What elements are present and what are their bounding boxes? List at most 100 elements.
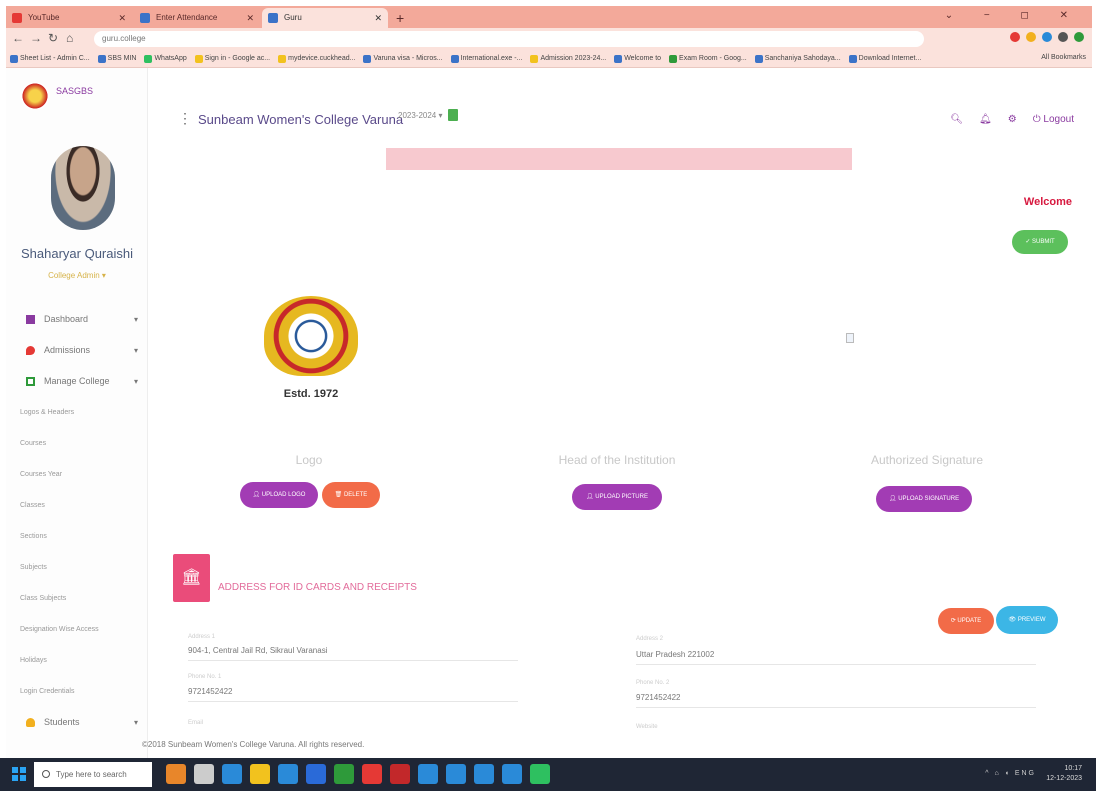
clock[interactable]: 10:17 12-12-2023	[1046, 764, 1082, 784]
bookmark-item[interactable]: SBS MIN	[97, 54, 136, 63]
app-container: SASGBS Shaharyar Quraishi College Admin …	[6, 68, 1092, 758]
welcome-text: Welcome	[1023, 196, 1072, 208]
bookmark-item[interactable]: mydevice.cuckhead...	[278, 54, 355, 63]
tab-label: Enter Attendance	[156, 13, 218, 22]
extension-icon[interactable]	[1026, 32, 1036, 42]
head-of-institution-title: Head of the Institution	[558, 453, 676, 467]
user-role-dropdown[interactable]: College Admin ▾	[6, 271, 148, 280]
bookmark-item[interactable]: Download Internet...	[848, 54, 921, 63]
taskbar-app-icon[interactable]	[278, 764, 298, 784]
sidebar-subitem-logos-headers[interactable]: Logos & Headers	[6, 397, 148, 428]
taskbar-app-icon[interactable]	[530, 764, 550, 784]
email-label: Email	[188, 720, 204, 726]
sidebar-subitem-courses-year[interactable]: Courses Year	[6, 459, 148, 490]
window-controls[interactable]: ⌄ − ◻ ✕	[945, 6, 1082, 26]
bell-icon[interactable]: 🔔︎	[979, 114, 992, 125]
address2-field[interactable]: Uttar Pradesh 221002	[636, 650, 714, 659]
tab-guru[interactable]: Guru ✕	[262, 8, 388, 28]
all-bookmarks[interactable]: All Bookmarks	[1041, 54, 1086, 61]
address-section-title: ADDRESS FOR ID CARDS AND RECEIPTS	[218, 582, 417, 593]
close-icon[interactable]: ✕	[118, 8, 126, 28]
upload-logo-button[interactable]: 👤︎ UPLOAD LOGO	[240, 482, 318, 508]
save-icon[interactable]	[448, 109, 458, 121]
student-icon	[26, 718, 35, 727]
phone2-field[interactable]: 9721452422	[636, 693, 681, 702]
bookmark-item[interactable]: Sheet List - Admin C...	[10, 54, 90, 63]
phone1-underline	[188, 701, 518, 702]
phone1-field[interactable]: 9721452422	[188, 687, 233, 696]
sidebar-item-manage-college[interactable]: Manage College ▾	[6, 366, 148, 397]
address1-underline	[188, 660, 518, 661]
bookmark-item[interactable]: Sign in - Google ac...	[194, 54, 270, 63]
taskbar-app-icon[interactable]	[362, 764, 382, 784]
bookmark-item[interactable]: International.exe -...	[450, 54, 522, 63]
taskbar: Type here to search ^ ⌂ ◖ ENG 10:17 12-1…	[0, 758, 1096, 791]
sidebar-subitem-class-subjects[interactable]: Class Subjects	[6, 583, 148, 614]
taskbar-app-icon[interactable]	[502, 764, 522, 784]
forward-icon[interactable]: →	[30, 31, 42, 45]
address2-underline	[636, 664, 1036, 665]
college-logo: Estd. 1972	[258, 296, 364, 404]
preview-button[interactable]: 👁︎ PREVIEW	[996, 606, 1058, 634]
sidebar-subitem-subjects[interactable]: Subjects	[6, 552, 148, 583]
tab-enter-attendance[interactable]: Enter Attendance ✕	[134, 8, 260, 28]
bookmark-item[interactable]: Sanchaniya Sahodaya...	[754, 54, 841, 63]
address1-field[interactable]: 904-1, Central Jail Rd, Sikraul Varanasi	[188, 646, 327, 655]
sidebar-subitem-courses[interactable]: Courses	[6, 428, 148, 459]
sidebar-item-admissions[interactable]: Admissions ▾	[6, 335, 148, 366]
extension-icon[interactable]	[1042, 32, 1052, 42]
sidebar-subitem-sections[interactable]: Sections	[6, 521, 148, 552]
reload-icon[interactable]: ↻	[48, 31, 58, 45]
taskbar-app-icon[interactable]	[306, 764, 326, 784]
taskbar-app-icon[interactable]	[222, 764, 242, 784]
sidebar-subitem-designation-access[interactable]: Designation Wise Access	[6, 614, 148, 645]
upload-picture-button[interactable]: 👤︎ UPLOAD PICTURE	[572, 484, 662, 510]
close-icon[interactable]: ✕	[374, 8, 382, 28]
session-dropdown[interactable]: 2023-2024 ▾	[398, 111, 443, 120]
taskbar-app-icon[interactable]	[166, 764, 186, 784]
delete-button[interactable]: 🗑︎ DELETE	[322, 482, 380, 508]
address1-label: Address 1	[188, 634, 216, 640]
submit-button[interactable]: ✓ SUBMIT	[1012, 230, 1068, 254]
address-bar[interactable]: guru.college	[94, 31, 924, 47]
update-button[interactable]: ⟳ UPDATE	[938, 608, 994, 634]
bookmark-item[interactable]: Exam Room - Goog...	[669, 54, 747, 63]
windows-start-icon[interactable]	[12, 767, 26, 781]
bookmark-item[interactable]: Varuna visa - Micros...	[363, 54, 443, 63]
back-icon[interactable]: ←	[12, 31, 24, 45]
sidebar-item-dashboard[interactable]: Dashboard ▾	[6, 304, 148, 335]
bookmark-item[interactable]: Admission 2023-24...	[530, 54, 606, 63]
menu-toggle-icon[interactable]: ⋮	[178, 110, 192, 127]
sidebar-subitem-classes[interactable]: Classes	[6, 490, 148, 521]
bookmark-item[interactable]: Welcome to	[614, 54, 661, 63]
chevron-down-icon: ▾	[133, 718, 138, 727]
chevron-down-icon: ▾	[133, 377, 138, 386]
sidebar-subitem-login-credentials[interactable]: Login Credentials	[6, 676, 148, 707]
extension-icon[interactable]	[1058, 32, 1068, 42]
taskbar-search[interactable]: Type here to search	[34, 762, 152, 787]
taskbar-app-icon[interactable]	[418, 764, 438, 784]
taskbar-app-icon[interactable]	[390, 764, 410, 784]
bookmark-item[interactable]: WhatsApp	[144, 54, 187, 63]
bookmark-icon	[848, 54, 857, 63]
bookmarks-bar: Sheet List - Admin C... SBS MIN WhatsApp…	[6, 50, 1092, 68]
settings-icon[interactable]: ⚙	[1008, 114, 1017, 125]
sidebar-subitem-holidays[interactable]: Holidays	[6, 645, 148, 676]
taskbar-app-icon[interactable]	[250, 764, 270, 784]
taskbar-app-icon[interactable]	[194, 764, 214, 784]
tab-youtube[interactable]: YouTube ✕	[6, 8, 132, 28]
authorized-signature-title: Authorized Signature	[870, 453, 984, 467]
sidebar-item-students[interactable]: Students ▾	[6, 707, 148, 738]
upload-signature-button[interactable]: 👤︎ UPLOAD SIGNATURE	[876, 486, 972, 512]
new-tab-button[interactable]: +	[390, 8, 410, 28]
close-icon[interactable]: ✕	[246, 8, 254, 28]
home-icon[interactable]: ⌂	[66, 31, 73, 45]
taskbar-app-icon[interactable]	[446, 764, 466, 784]
taskbar-app-icon[interactable]	[334, 764, 354, 784]
extension-icon[interactable]	[1010, 32, 1020, 42]
profile-icon[interactable]	[1074, 32, 1084, 42]
taskbar-app-icon[interactable]	[474, 764, 494, 784]
search-icon[interactable]: 🔍︎	[950, 114, 963, 125]
tray-icons[interactable]: ^ ⌂ ◖ ENG	[985, 770, 1036, 777]
logout-button[interactable]: ⏻ Logout	[1033, 114, 1074, 125]
